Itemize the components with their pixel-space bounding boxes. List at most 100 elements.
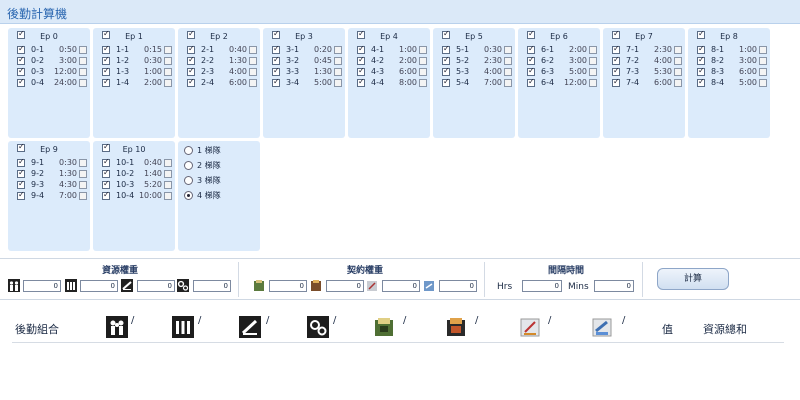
mission-extra-checkbox[interactable] xyxy=(759,46,767,54)
mission-extra-checkbox[interactable] xyxy=(759,68,767,76)
mission-extra-checkbox[interactable] xyxy=(164,192,172,200)
mission-checkbox[interactable] xyxy=(612,77,620,87)
mission-checkbox[interactable] xyxy=(187,77,195,87)
mission-extra-checkbox[interactable] xyxy=(334,57,342,65)
mission-checkbox[interactable] xyxy=(357,44,365,54)
mission-extra-checkbox[interactable] xyxy=(249,57,257,65)
mission-checkbox[interactable] xyxy=(102,179,110,189)
mission-checkbox[interactable] xyxy=(612,44,620,54)
mission-extra-checkbox[interactable] xyxy=(249,46,257,54)
mission-extra-checkbox[interactable] xyxy=(249,79,257,87)
mission-extra-checkbox[interactable] xyxy=(334,46,342,54)
mission-extra-checkbox[interactable] xyxy=(674,57,682,65)
minutes-input[interactable]: 0 xyxy=(594,280,634,292)
mission-extra-checkbox[interactable] xyxy=(164,170,172,178)
mission-checkbox[interactable] xyxy=(102,168,110,178)
mission-extra-checkbox[interactable] xyxy=(79,79,87,87)
mission-extra-checkbox[interactable] xyxy=(419,68,427,76)
mission-checkbox[interactable] xyxy=(17,66,25,76)
mission-checkbox[interactable] xyxy=(17,157,25,167)
mission-extra-checkbox[interactable] xyxy=(79,46,87,54)
episode-checkbox[interactable] xyxy=(527,29,535,39)
mission-extra-checkbox[interactable] xyxy=(334,68,342,76)
mission-extra-checkbox[interactable] xyxy=(164,181,172,189)
mission-extra-checkbox[interactable] xyxy=(759,57,767,65)
mission-checkbox[interactable] xyxy=(187,55,195,65)
mission-checkbox[interactable] xyxy=(697,66,705,76)
mission-extra-checkbox[interactable] xyxy=(504,68,512,76)
ammo-weight-input[interactable]: 0 xyxy=(80,280,118,292)
mission-checkbox[interactable] xyxy=(527,44,535,54)
mission-checkbox[interactable] xyxy=(102,77,110,87)
mission-extra-checkbox[interactable] xyxy=(419,46,427,54)
mission-checkbox[interactable] xyxy=(272,44,280,54)
mission-checkbox[interactable] xyxy=(102,66,110,76)
mission-checkbox[interactable] xyxy=(612,55,620,65)
episode-checkbox[interactable] xyxy=(187,29,195,39)
mission-extra-checkbox[interactable] xyxy=(164,79,172,87)
mission-checkbox[interactable] xyxy=(442,44,450,54)
rations-weight-input[interactable]: 0 xyxy=(137,280,175,292)
mission-extra-checkbox[interactable] xyxy=(164,57,172,65)
mission-checkbox[interactable] xyxy=(697,77,705,87)
episode-checkbox[interactable] xyxy=(272,29,280,39)
episode-checkbox[interactable] xyxy=(17,29,25,39)
calculate-button[interactable]: 計算 xyxy=(657,268,729,290)
mission-checkbox[interactable] xyxy=(612,66,620,76)
radio-dot[interactable] xyxy=(184,191,193,200)
mission-checkbox[interactable] xyxy=(357,66,365,76)
episode-checkbox[interactable] xyxy=(442,29,450,39)
mission-extra-checkbox[interactable] xyxy=(589,57,597,65)
episode-checkbox[interactable] xyxy=(612,29,620,39)
radio-dot[interactable] xyxy=(184,161,193,170)
episode-checkbox[interactable] xyxy=(102,142,110,152)
mission-checkbox[interactable] xyxy=(102,157,110,167)
mission-checkbox[interactable] xyxy=(527,77,535,87)
mission-checkbox[interactable] xyxy=(17,44,25,54)
mission-checkbox[interactable] xyxy=(187,66,195,76)
mission-extra-checkbox[interactable] xyxy=(674,46,682,54)
mission-checkbox[interactable] xyxy=(442,55,450,65)
doll-contract-weight-input[interactable]: 0 xyxy=(269,280,307,292)
manpower-weight-input[interactable]: 0 xyxy=(23,280,61,292)
mission-extra-checkbox[interactable] xyxy=(589,79,597,87)
episode-checkbox[interactable] xyxy=(697,29,705,39)
radio-dot[interactable] xyxy=(184,176,193,185)
mission-checkbox[interactable] xyxy=(272,55,280,65)
mission-extra-checkbox[interactable] xyxy=(79,57,87,65)
mission-extra-checkbox[interactable] xyxy=(79,68,87,76)
mission-checkbox[interactable] xyxy=(272,77,280,87)
mission-checkbox[interactable] xyxy=(102,55,110,65)
episode-checkbox[interactable] xyxy=(357,29,365,39)
mission-extra-checkbox[interactable] xyxy=(674,68,682,76)
mission-extra-checkbox[interactable] xyxy=(249,68,257,76)
team-radio[interactable]: 2 梯隊 xyxy=(184,160,258,172)
mission-extra-checkbox[interactable] xyxy=(164,46,172,54)
team-radio[interactable]: 4 梯隊 xyxy=(184,190,258,202)
radio-dot[interactable] xyxy=(184,146,193,155)
mission-checkbox[interactable] xyxy=(697,55,705,65)
parts-weight-input[interactable]: 0 xyxy=(193,280,231,292)
equipment-contract-weight-input[interactable]: 0 xyxy=(326,280,364,292)
mission-extra-checkbox[interactable] xyxy=(504,46,512,54)
mission-extra-checkbox[interactable] xyxy=(79,181,87,189)
mission-checkbox[interactable] xyxy=(527,66,535,76)
mission-extra-checkbox[interactable] xyxy=(79,170,87,178)
mission-extra-checkbox[interactable] xyxy=(79,159,87,167)
quick-repair-weight-input[interactable]: 0 xyxy=(439,280,477,292)
mission-extra-checkbox[interactable] xyxy=(419,79,427,87)
hours-input[interactable]: 0 xyxy=(522,280,562,292)
mission-checkbox[interactable] xyxy=(17,77,25,87)
mission-extra-checkbox[interactable] xyxy=(759,79,767,87)
mission-checkbox[interactable] xyxy=(442,77,450,87)
mission-extra-checkbox[interactable] xyxy=(164,159,172,167)
mission-extra-checkbox[interactable] xyxy=(589,68,597,76)
mission-checkbox[interactable] xyxy=(442,66,450,76)
mission-checkbox[interactable] xyxy=(187,44,195,54)
mission-extra-checkbox[interactable] xyxy=(674,79,682,87)
mission-extra-checkbox[interactable] xyxy=(504,79,512,87)
mission-checkbox[interactable] xyxy=(17,168,25,178)
team-radio[interactable]: 3 梯隊 xyxy=(184,175,258,187)
mission-checkbox[interactable] xyxy=(17,55,25,65)
mission-checkbox[interactable] xyxy=(17,179,25,189)
